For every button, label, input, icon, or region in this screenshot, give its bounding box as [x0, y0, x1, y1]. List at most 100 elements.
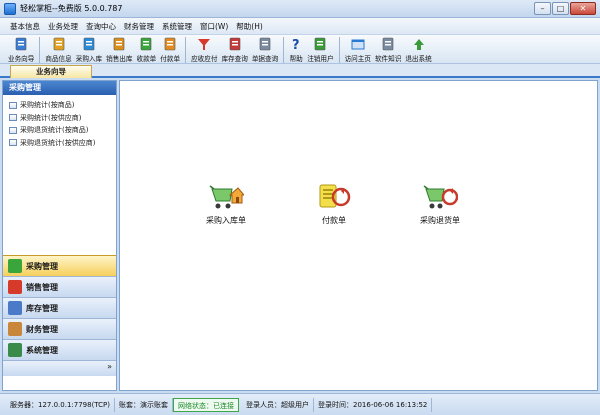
- tab-strip: 业务向导: [0, 64, 600, 78]
- toolbar-button[interactable]: 软件知识: [375, 35, 401, 63]
- shortcut-label: 采购退货单: [420, 216, 460, 225]
- list-item-label: 采购统计(按商品): [20, 101, 75, 110]
- title-bar: 轻松掌柜--免费版 5.0.0.787 – □ ✕: [0, 0, 600, 18]
- shortcut-label: 采购入库单: [206, 216, 246, 225]
- toolbar-separator: [39, 37, 41, 63]
- toolbar-button[interactable]: 收款单: [136, 35, 157, 63]
- menu-window[interactable]: 窗口(W): [200, 21, 228, 32]
- report-list: 采购统计(按商品) 采购统计(按供应商) 采购退货统计(按商品) 采购退货统计(…: [3, 95, 116, 149]
- report-icon: [9, 126, 17, 134]
- list-item[interactable]: 采购统计(按商品): [3, 99, 116, 112]
- grid-icon: [8, 301, 22, 315]
- toolbar-button-label: 商品信息: [45, 55, 72, 63]
- toolbar-button-label: 采购入库: [75, 55, 103, 63]
- nav-expand[interactable]: »: [3, 360, 116, 376]
- toolbar-button-label: 应收应付: [191, 55, 218, 63]
- shortcut-purchase-return[interactable]: 采购退货单: [420, 181, 460, 226]
- menu-business[interactable]: 业务处理: [48, 21, 78, 32]
- toolbar-button[interactable]: 付款单: [160, 35, 180, 63]
- payment-voucher-icon: [316, 181, 352, 213]
- doc-icon: [258, 37, 272, 51]
- nav-item-label: 库存管理: [26, 303, 58, 313]
- toolbar-button-label: 软件知识: [374, 55, 402, 63]
- minimize-button[interactable]: –: [534, 2, 551, 15]
- status-login-time: 登录时间：2016-06-06 16:13:52: [314, 397, 433, 412]
- toolbar-button[interactable]: 销售出库: [106, 35, 133, 63]
- toolbar-button[interactable]: ? 帮助: [289, 35, 303, 63]
- close-button[interactable]: ✕: [570, 2, 596, 15]
- app-icon: [4, 2, 16, 15]
- menu-help[interactable]: 帮助(H): [236, 21, 263, 32]
- purchase-return-icon: [422, 181, 459, 213]
- status-server: 服务器：127.0.0.1:7798(TCP): [6, 397, 116, 412]
- status-network: 网络状态：已连接: [173, 397, 240, 412]
- knowledge-icon: [381, 37, 395, 51]
- toolbar-button[interactable]: 采购入库: [76, 35, 102, 63]
- svg-text:?: ?: [292, 38, 300, 51]
- nav-item-label: 财务管理: [26, 324, 58, 334]
- toolbar-button[interactable]: 应收应付: [191, 35, 217, 63]
- nav-item[interactable]: 销售管理: [3, 276, 116, 297]
- toolbar-button-label: 付款单: [160, 55, 181, 63]
- nav-item[interactable]: 库存管理: [3, 297, 116, 318]
- menu-system[interactable]: 系统管理: [162, 21, 192, 32]
- purchase-icon: [82, 37, 96, 51]
- toolbar-button[interactable]: 商品信息: [45, 35, 72, 63]
- window-title: 轻松掌柜--免费版 5.0.0.787: [20, 4, 123, 13]
- nav-item-label: 销售管理: [26, 282, 58, 292]
- nav-item[interactable]: 采购管理: [3, 255, 116, 276]
- toolbar-button-label: 注销用户: [307, 55, 334, 63]
- menu-basic-info[interactable]: 基本信息: [10, 21, 40, 32]
- nav-item[interactable]: 财务管理: [3, 318, 116, 339]
- toolbar-button[interactable]: 访问主页: [345, 35, 371, 63]
- check-doc-icon: [8, 280, 22, 294]
- toolbar-button-label: 访问主页: [344, 55, 371, 63]
- panel-header: 采购管理: [3, 81, 116, 95]
- toolbar-button[interactable]: 单据查询: [252, 35, 278, 63]
- report-icon: [9, 101, 17, 109]
- cart-icon: [8, 259, 22, 273]
- toolbar-button-label: 业务向导: [8, 55, 35, 63]
- report-icon: [9, 139, 17, 147]
- toolbar: 业务向导 商品信息 采购入库 销售出库 收款单 付款单 应收应付 库存查询 单据查询? 帮助 注销用…: [0, 34, 600, 64]
- homepage-icon: [351, 37, 365, 51]
- toolbar-button-label: 收款单: [136, 55, 157, 63]
- toolbar-button-label: 帮助: [289, 55, 303, 63]
- module-nav: 采购管理销售管理库存管理财务管理系统管理 »: [3, 255, 116, 376]
- maximize-button[interactable]: □: [552, 2, 569, 15]
- toolbar-button[interactable]: 业务向导: [8, 35, 34, 63]
- toolbar-button-label: 退出系统: [405, 55, 432, 63]
- shortcut-label: 付款单: [322, 216, 346, 225]
- toolbar-button[interactable]: 退出系统: [405, 35, 432, 63]
- toolbar-button-label: 单据查询: [251, 55, 279, 63]
- status-user: 登录人员：超级用户: [242, 397, 315, 412]
- shortcut-purchase-in[interactable]: 采购入库单: [206, 181, 246, 226]
- menu-finance[interactable]: 财务管理: [124, 21, 154, 32]
- list-item-label: 采购退货统计(按供应商): [20, 138, 96, 147]
- list-item[interactable]: 采购退货统计(按供应商): [3, 137, 116, 150]
- toolbar-separator: [185, 37, 187, 63]
- toolbar-button[interactable]: 库存查询: [221, 35, 248, 63]
- shortcut-payment[interactable]: 付款单: [316, 181, 352, 226]
- list-item-label: 采购退货统计(按商品): [20, 126, 89, 135]
- list-item[interactable]: 采购退货统计(按商品): [3, 124, 116, 137]
- logout-user-icon: [313, 37, 327, 51]
- filter-icon: [197, 37, 211, 51]
- menu-query-center[interactable]: 查询中心: [86, 21, 116, 32]
- stock-icon: [228, 37, 242, 51]
- left-panel: 采购管理 采购统计(按商品) 采购统计(按供应商) 采购退货统计(按商品) 采购…: [2, 80, 117, 391]
- window-controls: – □ ✕: [533, 2, 596, 15]
- exit-icon: [412, 37, 426, 51]
- sales-icon: [112, 37, 126, 51]
- purchase-in-icon: [208, 181, 246, 213]
- list-item[interactable]: 采购统计(按供应商): [3, 112, 116, 125]
- toolbar-separator: [283, 37, 285, 63]
- tab-business-wizard[interactable]: 业务向导: [10, 65, 92, 78]
- toolbar-button[interactable]: 注销用户: [307, 35, 334, 63]
- book-green-icon: [8, 343, 22, 357]
- receipt-icon: [139, 37, 153, 51]
- toolbar-button-label: 销售出库: [106, 55, 133, 63]
- report-icon: [9, 114, 17, 122]
- nav-item-label: 系统管理: [26, 345, 58, 355]
- nav-item[interactable]: 系统管理: [3, 339, 116, 360]
